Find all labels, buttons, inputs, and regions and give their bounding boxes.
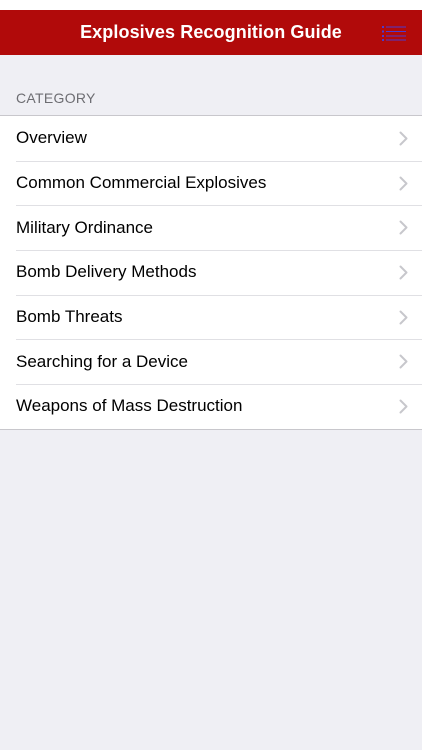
category-item-label: Bomb Delivery Methods (16, 262, 197, 282)
chevron-right-icon (398, 130, 408, 146)
category-list: Overview Common Commercial Explosives Mi… (0, 115, 422, 430)
category-item-label: Searching for a Device (16, 351, 188, 371)
chevron-right-icon (398, 309, 408, 325)
page-title: Explosives Recognition Guide (80, 22, 342, 42)
category-item-label: Military Ordinance (16, 217, 153, 237)
category-item-label: Weapons of Mass Destruction (16, 396, 243, 416)
category-item-military-ordinance[interactable]: Military Ordinance (0, 205, 422, 250)
status-bar (0, 0, 422, 10)
category-item-weapons-of-mass-destruction[interactable]: Weapons of Mass Destruction (0, 384, 422, 429)
navigation-bar: Explosives Recognition Guide (0, 10, 422, 55)
list-icon (382, 25, 406, 41)
category-item-bomb-threats[interactable]: Bomb Threats (0, 294, 422, 340)
category-item-label: Common Commercial Explosives (16, 173, 267, 193)
chevron-right-icon (398, 354, 408, 370)
chevron-right-icon (398, 175, 408, 191)
section-title: CATEGORY (16, 90, 96, 106)
category-item-overview[interactable]: Overview (0, 116, 422, 161)
menu-button[interactable] (378, 17, 410, 49)
chevron-right-icon (398, 398, 408, 414)
category-item-label: Bomb Threats (16, 307, 123, 327)
chevron-right-icon (398, 264, 408, 280)
section-header: CATEGORY (0, 55, 422, 115)
category-item-searching-for-a-device[interactable]: Searching for a Device (0, 339, 422, 384)
chevron-right-icon (398, 220, 408, 236)
category-item-common-commercial-explosives[interactable]: Common Commercial Explosives (0, 160, 422, 206)
category-item-bomb-delivery-methods[interactable]: Bomb Delivery Methods (0, 250, 422, 295)
category-item-label: Overview (16, 128, 87, 148)
